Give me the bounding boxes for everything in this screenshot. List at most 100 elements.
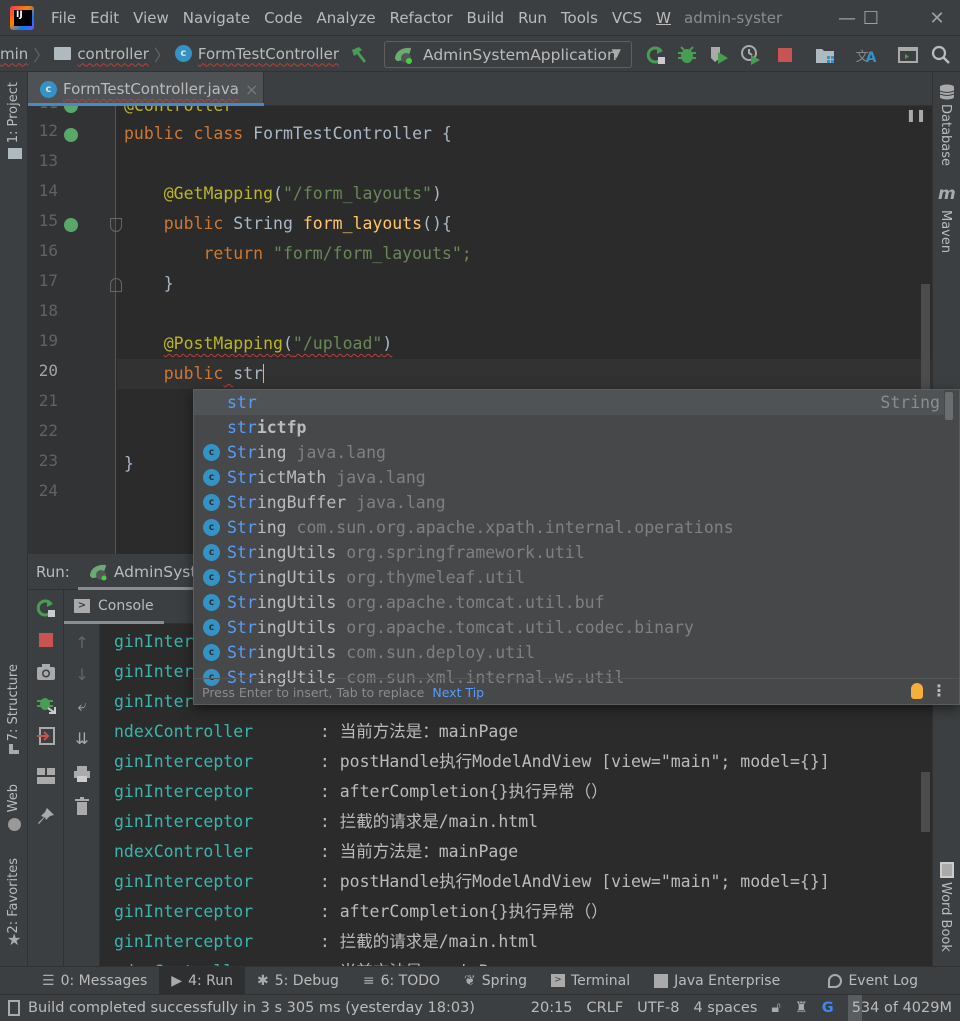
completion-item[interactable]: c StringUtils com.sun.deploy.util [194, 640, 944, 665]
tab-spring[interactable]: ❦ Spring [452, 967, 539, 995]
pause-icon[interactable]: ❚❚ [906, 108, 926, 122]
more-options-icon[interactable]: ⋮ [931, 681, 947, 700]
completion-item[interactable]: str String [194, 390, 944, 415]
completion-name: ing [256, 443, 287, 462]
completion-item[interactable]: strictfp [194, 415, 944, 440]
next-tip-link[interactable]: Next Tip [432, 685, 484, 700]
hammer-build-icon[interactable] [348, 44, 370, 66]
tab-java-enterprise[interactable]: Java Enterprise [642, 967, 792, 995]
menu-tools[interactable]: Tools [554, 0, 605, 36]
run-config-tab[interactable]: AdminSyst [114, 563, 197, 581]
tab-run[interactable]: ▶ 4: Run [159, 966, 245, 995]
class-icon: c [203, 594, 220, 611]
breadcrumb-class[interactable]: FormTestController [198, 45, 339, 63]
menu-window[interactable]: W [649, 0, 678, 36]
tab-messages[interactable]: ☰ 0: Messages [30, 967, 159, 995]
log-source: ginInterceptor [114, 932, 254, 951]
tab-todo[interactable]: ≡ 6: TODO [351, 967, 452, 995]
tab-formtestcontroller[interactable]: c FormTestController.java × [28, 72, 264, 106]
tab-terminal[interactable]: > Terminal [539, 967, 642, 995]
completion-scrollbar[interactable] [945, 392, 953, 420]
favorites-tool-button[interactable]: 2: Favorites [6, 858, 21, 934]
stop-icon[interactable] [36, 630, 56, 650]
login-icon[interactable] [36, 726, 56, 746]
line-separator[interactable]: CRLF [587, 1000, 624, 1016]
file-encoding[interactable]: UTF-8 [637, 1000, 679, 1016]
profile-icon[interactable] [740, 44, 762, 66]
pin-icon[interactable] [36, 806, 56, 826]
soft-wrap-icon[interactable]: ⤶ [72, 696, 92, 716]
menu-view[interactable]: View [126, 0, 176, 36]
completion-item[interactable]: c String java.lang [194, 440, 944, 465]
rerun-icon[interactable] [36, 598, 56, 618]
breadcrumb-package[interactable]: controller [77, 45, 149, 63]
scroll-to-end-icon[interactable]: ⇊ [72, 728, 92, 748]
completion-match: str [227, 418, 257, 437]
stop-icon[interactable] [774, 44, 796, 66]
layout-icon[interactable] [36, 766, 56, 786]
menu-refactor[interactable]: Refactor [383, 0, 460, 36]
unlock-icon[interactable]: 🔓︎ [771, 1000, 780, 1016]
search-icon[interactable] [930, 44, 952, 66]
project-structure-icon[interactable] [814, 44, 836, 66]
menu-vcs[interactable]: VCS [605, 0, 649, 36]
menu-analyze[interactable]: Analyze [309, 0, 382, 36]
lightbulb-icon[interactable] [911, 683, 923, 699]
up-arrow-icon[interactable]: ↑ [72, 632, 92, 652]
breadcrumb-module[interactable]: min [0, 45, 28, 63]
status-message[interactable]: Build completed successfully in 3 s 305 … [28, 1000, 475, 1016]
tab-console[interactable]: > Console [74, 598, 154, 614]
fold-icon[interactable] [110, 218, 122, 232]
console-scrollbar[interactable] [921, 772, 930, 832]
menu-code[interactable]: Code [257, 0, 309, 36]
menu-edit[interactable]: Edit [83, 0, 126, 36]
terminal-window-icon[interactable] [897, 44, 919, 66]
google-icon[interactable]: G [822, 1000, 834, 1016]
completion-item[interactable]: c StringUtils org.apache.tomcat.util.buf [194, 590, 944, 615]
line-number: 23 [38, 451, 58, 470]
completion-item[interactable]: c StringBuffer java.lang [194, 490, 944, 515]
tab-debug[interactable]: ✱ 5: Debug [245, 967, 351, 995]
structure-tool-button[interactable]: 7: Structure [6, 664, 21, 741]
debug-icon[interactable] [676, 44, 698, 66]
completion-item[interactable]: c StrictMath java.lang [194, 465, 944, 490]
completion-item[interactable]: c StringUtils org.thymeleaf.util [194, 565, 944, 590]
trash-icon[interactable] [72, 796, 92, 816]
caret-position[interactable]: 20:15 [531, 1000, 573, 1016]
down-arrow-icon[interactable]: ↓ [72, 664, 92, 684]
web-tool-button[interactable]: Web [6, 784, 21, 812]
maximize-button[interactable]: ☐ [848, 0, 894, 36]
code-token: ) [431, 184, 442, 203]
close-window-button[interactable]: ✕ [914, 0, 960, 36]
inspector-icon[interactable]: ♜ [795, 1000, 808, 1016]
database-tool-button[interactable]: Database [938, 104, 953, 166]
menu-navigate[interactable]: Navigate [176, 0, 257, 36]
project-tool-button[interactable]: 1: Project [6, 82, 21, 143]
translate-icon[interactable]: 文A [855, 44, 877, 67]
menu-run[interactable]: Run [511, 0, 554, 36]
completion-package: org.apache.tomcat.util.buf [336, 593, 605, 612]
tab-event-log[interactable]: Event Log [816, 967, 930, 995]
console-line: ginInterceptor : afterCompletion{}执行异常（） [114, 777, 608, 807]
close-tab-icon[interactable]: × [245, 80, 258, 99]
word-book-tool-button[interactable]: Word Book [938, 882, 953, 952]
memory-indicator[interactable]: 534 of 4029M [847, 994, 960, 1021]
spring-bean-icon[interactable] [64, 128, 78, 142]
spring-request-mapping-icon[interactable] [64, 218, 78, 232]
completion-item[interactable]: c StringUtils org.springframework.util [194, 540, 944, 565]
debug-attach-icon[interactable] [36, 694, 56, 714]
completion-item[interactable]: c StringUtils org.apache.tomcat.util.code… [194, 615, 944, 640]
indent-setting[interactable]: 4 spaces [693, 1000, 757, 1016]
maven-tool-button[interactable]: Maven [938, 210, 953, 253]
camera-icon[interactable] [36, 662, 56, 682]
fold-icon[interactable] [110, 278, 122, 292]
log-message: : postHandle执行ModelAndView [view="main";… [300, 752, 830, 771]
toggle-tool-windows-icon[interactable] [8, 999, 20, 1016]
rerun-icon[interactable] [645, 44, 667, 66]
menu-build[interactable]: Build [460, 0, 512, 36]
menu-file[interactable]: File [44, 0, 83, 36]
print-icon[interactable] [72, 764, 92, 784]
run-configuration-select[interactable]: AdminSystemApplication ▼ [384, 41, 632, 68]
completion-item[interactable]: c String com.sun.org.apache.xpath.interna… [194, 515, 944, 540]
coverage-icon[interactable] [708, 44, 730, 66]
